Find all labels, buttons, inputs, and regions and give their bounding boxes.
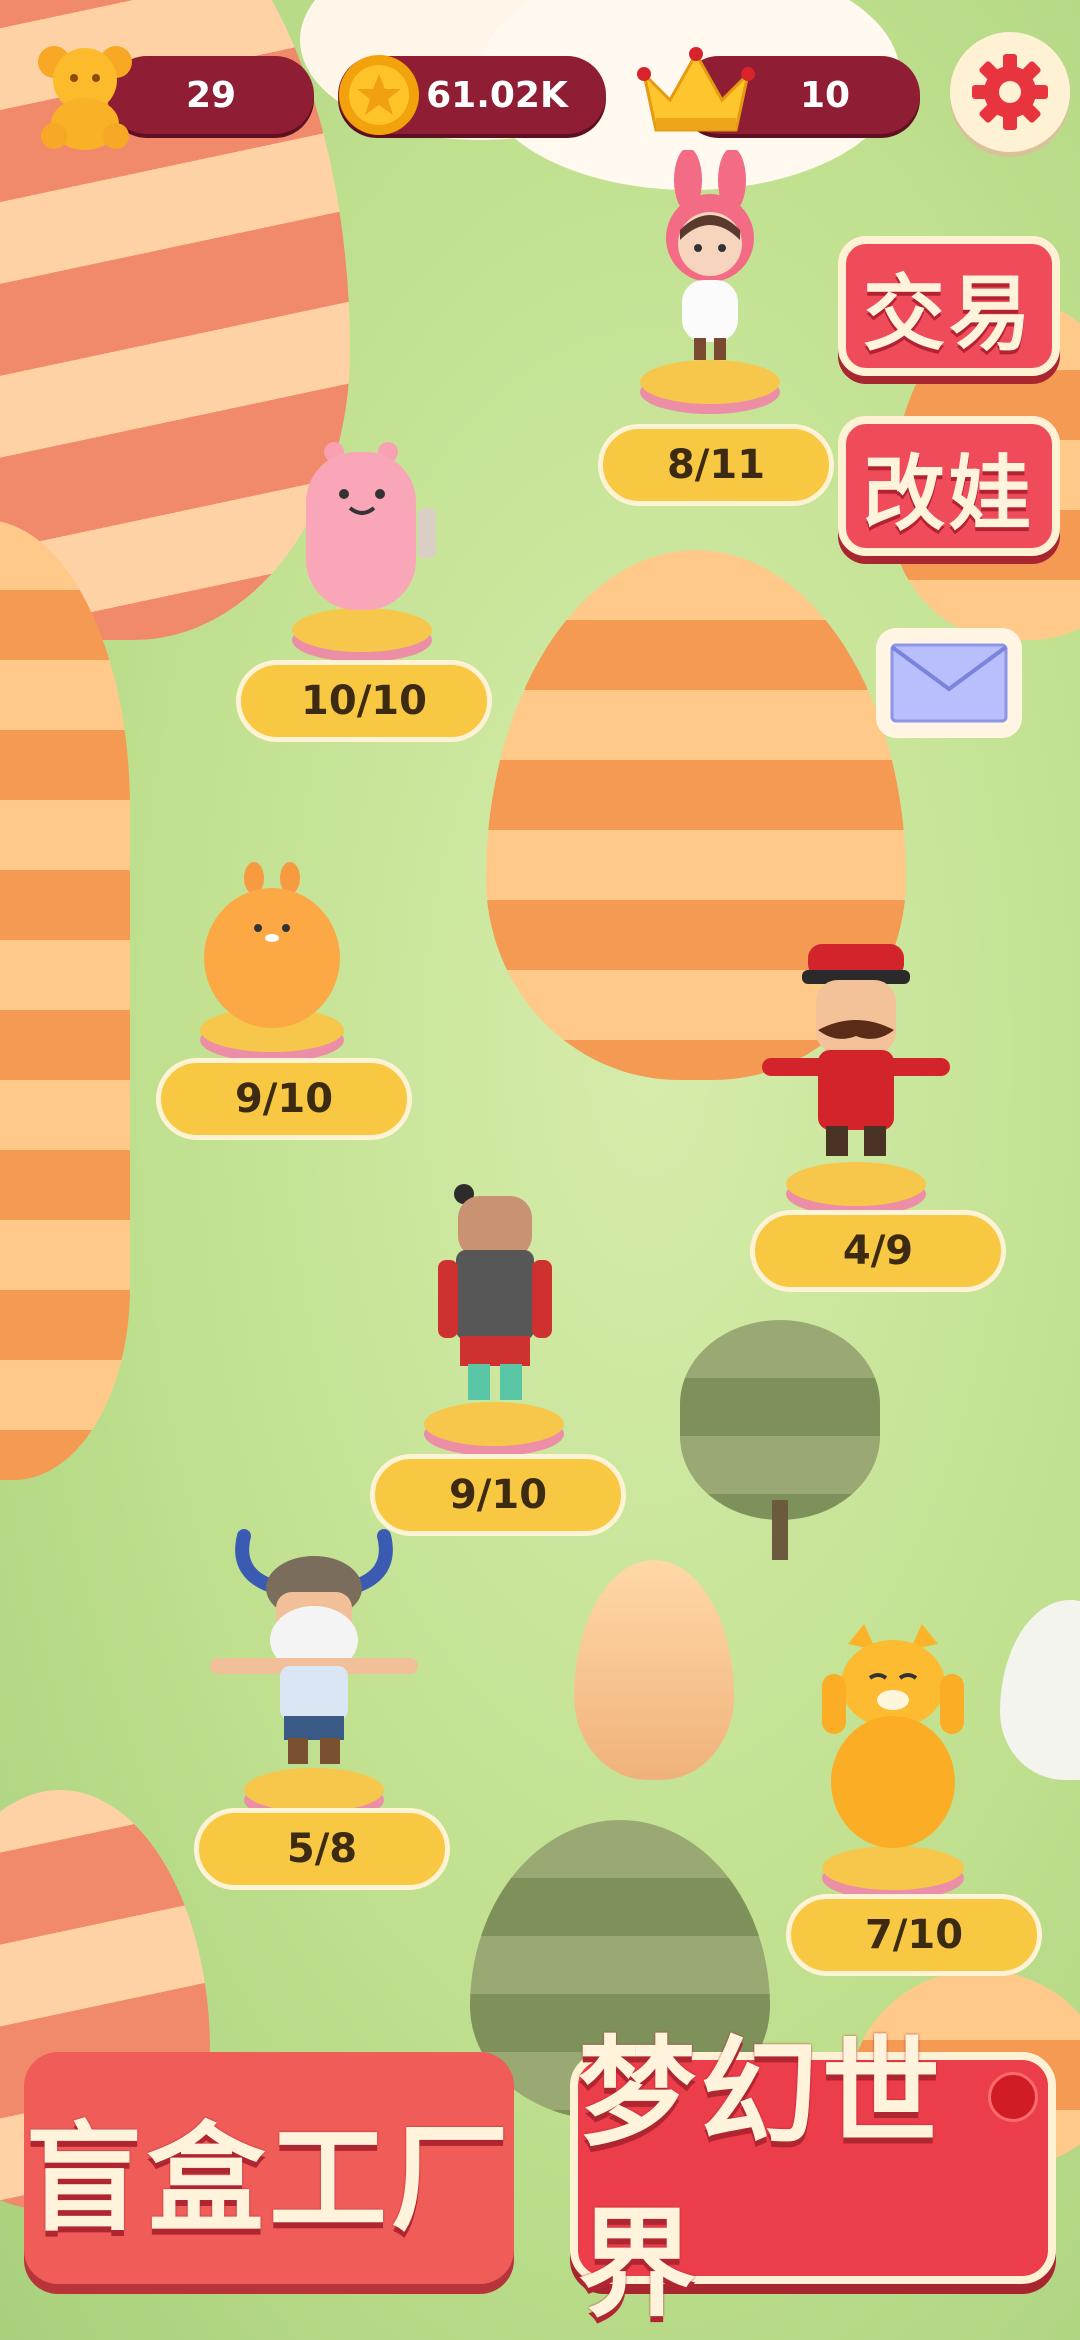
figure-viking-dwarf[interactable] <box>204 1526 424 1816</box>
settings-button[interactable] <box>950 32 1070 152</box>
modify-doll-button[interactable]: 改娃 <box>838 416 1060 556</box>
gummy-bear-icon <box>30 40 140 156</box>
blob-figure-icon <box>204 862 340 1028</box>
figure-progress-label: 10/10 <box>236 660 492 742</box>
windup-toy-figure-icon <box>306 442 436 610</box>
figure-progress-label: 4/9 <box>750 1210 1006 1292</box>
blind-box-factory-button[interactable]: 盲盒工厂 <box>24 2052 514 2284</box>
bunny-girl-figure-icon <box>666 150 754 360</box>
figure-terracotta-warrior[interactable] <box>424 1180 564 1450</box>
figure-pink-windup-toy[interactable] <box>284 438 444 658</box>
envelope-icon <box>890 643 1008 723</box>
crown-icon <box>636 44 756 144</box>
trade-button[interactable]: 交易 <box>838 236 1060 376</box>
gear-icon <box>972 54 1048 130</box>
cat-figure-icon <box>822 1624 964 1848</box>
peach-hill <box>574 1560 734 1780</box>
tree-trunk <box>772 1500 788 1560</box>
figure-progress-label: 9/10 <box>370 1454 626 1536</box>
striped-hill <box>0 520 130 1480</box>
figure-progress-label: 5/8 <box>194 1808 450 1890</box>
notification-dot <box>988 2072 1038 2122</box>
conductor-figure-icon <box>762 944 950 1156</box>
dream-world-button[interactable]: 梦幻世界 <box>570 2024 1056 2333</box>
figure-progress-label: 7/10 <box>786 1894 1042 1976</box>
gold-coin-icon <box>336 52 422 142</box>
figure-progress-label: 8/11 <box>598 424 834 506</box>
figure-mustache-conductor[interactable] <box>756 940 956 1210</box>
green-tree <box>680 1320 880 1520</box>
figure-bunny-hood-girl[interactable] <box>640 150 780 410</box>
viking-figure-icon <box>210 1529 418 1764</box>
white-hill <box>1000 1600 1080 1780</box>
figure-orange-bunny-blob[interactable] <box>192 858 352 1058</box>
mail-button[interactable] <box>876 628 1022 738</box>
crown-count: 10 <box>799 74 851 116</box>
figure-yellow-cat[interactable] <box>818 1624 968 1894</box>
warrior-figure-icon <box>438 1184 552 1400</box>
figure-progress-label: 9/10 <box>156 1058 412 1140</box>
bear-count: 29 <box>185 74 237 116</box>
